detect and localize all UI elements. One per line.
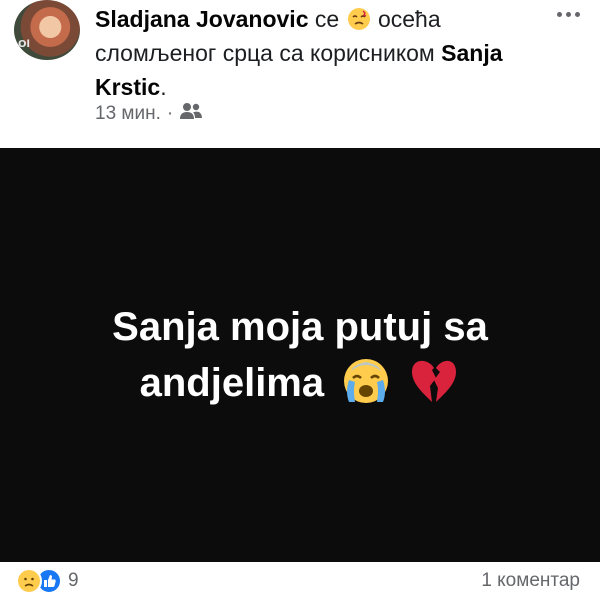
meta-separator: · [166, 103, 174, 124]
friends-icon[interactable] [179, 101, 203, 127]
image-text-line2-wrap: andjelima [0, 356, 600, 420]
post-time[interactable]: 13 мин. [95, 103, 161, 125]
post-header: Ol Sladjana Jovanovic се осећа сломљеног… [0, 0, 600, 148]
activity-prefix: се [308, 6, 346, 32]
post-meta: 13 мин. · [95, 100, 203, 128]
feeling-broken-heart-face-icon [347, 8, 370, 30]
reaction-count: 9 [68, 570, 79, 591]
reactions-summary[interactable]: 9 [16, 568, 79, 594]
broken-heart-icon [408, 356, 460, 420]
post-footer: 9 1 коментар [0, 562, 600, 600]
post-headline: Sladjana Jovanovic се осећа сломљеног ср… [95, 2, 535, 104]
crying-face-icon [341, 356, 391, 420]
image-text-line1: Sanja moja putuj sa [112, 305, 488, 349]
image-text-line2: andjelima [139, 361, 325, 405]
author-name[interactable]: Sladjana Jovanovic [95, 6, 308, 32]
sad-reaction-icon [16, 568, 42, 594]
more-options-icon[interactable] [550, 2, 586, 26]
avatar-overlay-text: Ol [18, 39, 30, 50]
author-avatar[interactable]: Ol [14, 0, 80, 60]
comments-count-link[interactable]: 1 коментар [481, 570, 580, 592]
tagged-suffix: . [160, 74, 167, 100]
post-image[interactable] [0, 148, 600, 562]
